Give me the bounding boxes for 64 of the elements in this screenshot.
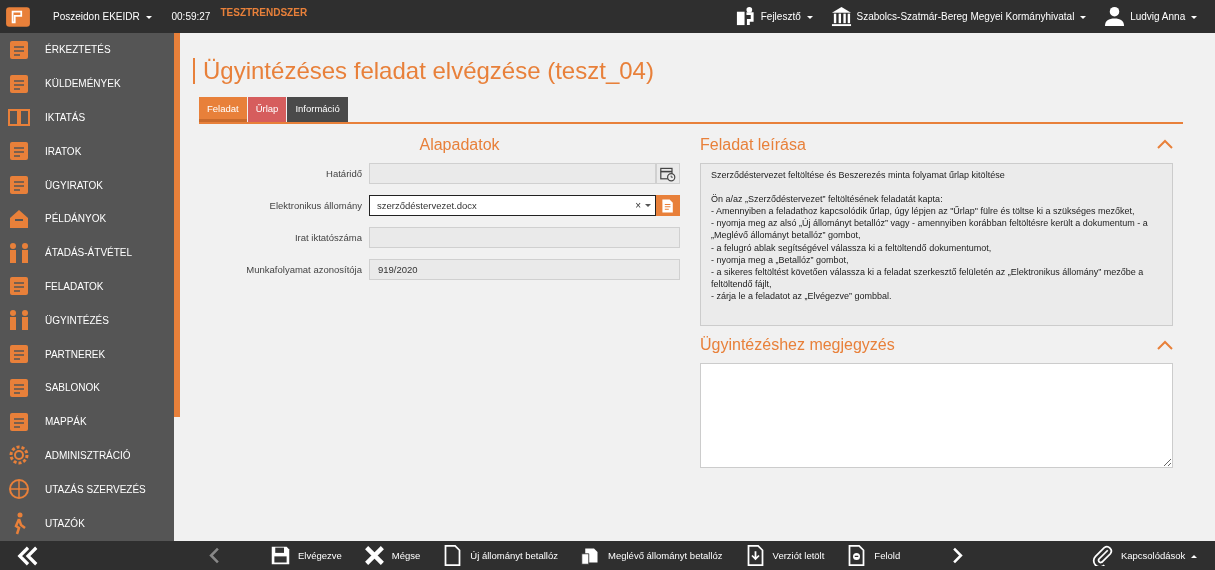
field-label: Határidő <box>325 168 363 179</box>
attachments-menu[interactable]: Kapcsolódások <box>1120 550 1197 561</box>
tab[interactable]: Információ <box>287 97 348 122</box>
sidebar-item[interactable]: ÜGYIRATOK <box>0 168 174 202</box>
toolbar-button[interactable]: Mégse <box>363 545 421 566</box>
sidebar-item[interactable]: UTAZÓK <box>0 506 174 540</box>
section-title: Feladat leírása <box>700 136 806 154</box>
sidebar-item[interactable]: ÜGYINTÉZÉS <box>0 303 174 338</box>
people-icon <box>7 240 31 265</box>
environment-label: TESZTRENDSZER <box>220 7 308 18</box>
clear-icon[interactable]: × <box>635 200 641 211</box>
sidebar-item[interactable]: KÜLDEMÉNYEK <box>0 66 174 101</box>
sidebar-item[interactable]: UTAZÁS SZERVEZÉS <box>0 472 174 507</box>
chevron-left-icon[interactable] <box>209 547 220 564</box>
person-at-desk-icon <box>734 6 756 27</box>
toolbar-button[interactable]: Verziót letölt <box>744 545 825 566</box>
cross-icon <box>363 545 385 566</box>
page-title: Ügyintézéses feladat elvégzése (teszt_04) <box>193 58 1183 84</box>
browse-button[interactable] <box>656 195 680 216</box>
sidebar-item[interactable]: MAPPÁK <box>0 404 174 439</box>
sidebar-item[interactable]: IKTATÁS <box>0 100 174 135</box>
role-menu[interactable]: Fejlesztő <box>760 11 813 22</box>
note-field[interactable] <box>700 363 1173 468</box>
field-label: Elektronikus állomány <box>268 200 363 211</box>
office-menu[interactable]: Szabolcs-Szatmár-Bereg Megyei Kormányhivatal <box>856 11 1087 22</box>
input-field[interactable]: 919/2020 <box>369 259 680 280</box>
sidebar-item[interactable]: SABLONOK <box>0 370 174 405</box>
sidebar-item[interactable]: PÉLDÁNYOK <box>0 202 174 236</box>
tab[interactable]: Űrlap <box>247 97 287 122</box>
collapse-icon[interactable] <box>1157 138 1173 149</box>
section-title: Alapadatok <box>418 136 501 154</box>
input-field[interactable] <box>369 163 656 184</box>
calendar-icon <box>660 165 676 182</box>
field-label: Irat iktatószáma <box>293 232 363 243</box>
toolbar-button[interactable]: Felold <box>846 545 901 566</box>
chevron-right-icon[interactable] <box>952 547 964 564</box>
people-icon <box>7 308 31 333</box>
collapse-icon[interactable] <box>1157 339 1173 350</box>
globe-icon <box>7 477 31 502</box>
sidebar-item[interactable]: ADMINISZTRÁCIÓ <box>0 438 174 473</box>
toolbar-button[interactable]: Meglévő állományt betallóz <box>580 545 723 566</box>
sidebar-item[interactable]: ÉRKEZTETÉS <box>0 33 174 67</box>
session-timer: 00:59:27 <box>171 11 211 22</box>
description-text: Szerződéstervezet feltöltése és Beszerezés minta folyamat űrlap kitöltése Ön a/az „Szerződéstervezet” feltöltésének feladatát kapta: - Amennyiben a feladathoz kapcsolódik űrlap, úgy lépjen az "Űrlap" fülre és töltse ki a szükséges mezőket, - nyomja meg az alsó „Új állományt betallóz” vagy - amennyiben korábban feltöltésre került a dokumentum - a „Meglévő állományt betallóz” gombot, - a felugró ablak segítségével válassza ki a feltöltendő dokumentumot, - nyomja meg a „Betallóz” gombot, - a sikeres feltöltést követően válassza ki a feladat szerkesztő felületén az „Elektronikus állomány” mezőbe a feltöltendő fájlt, - zárja le a feladatot az „Elvégezve” gombbal. <box>700 163 1173 326</box>
toolbar-button[interactable]: Új állományt betallóz <box>442 545 558 566</box>
calendar-button[interactable] <box>656 163 680 184</box>
sidebar-item[interactable]: FELADATOK <box>0 269 174 304</box>
toolbar-button[interactable]: Elvégezve <box>270 545 342 566</box>
field-label: Munkafolyamat azonosítója <box>245 264 363 275</box>
caret-icon <box>645 204 651 207</box>
double-chevron-left-icon[interactable] <box>17 544 39 567</box>
section-title: Ügyintézéshez megjegyzés <box>700 336 895 354</box>
document-icon <box>660 197 676 214</box>
app-menu[interactable]: Poszeidon EKEIDR <box>53 11 152 22</box>
sidebar-item[interactable]: PARTNEREK <box>0 337 174 371</box>
paperclip-icon <box>1091 545 1113 566</box>
file-select[interactable]: szerződéstervezet.docx × <box>369 195 656 216</box>
user-icon <box>1104 6 1126 27</box>
user-menu[interactable]: Ludvig Anna <box>1130 11 1197 22</box>
building-icon <box>830 6 852 27</box>
sidebar-item[interactable]: ÁTADÁS-ÁTVÉTEL <box>0 235 174 270</box>
input-field[interactable] <box>369 227 680 248</box>
logo-icon <box>5 5 31 28</box>
sidebar-item[interactable]: IRATOK <box>0 134 174 169</box>
